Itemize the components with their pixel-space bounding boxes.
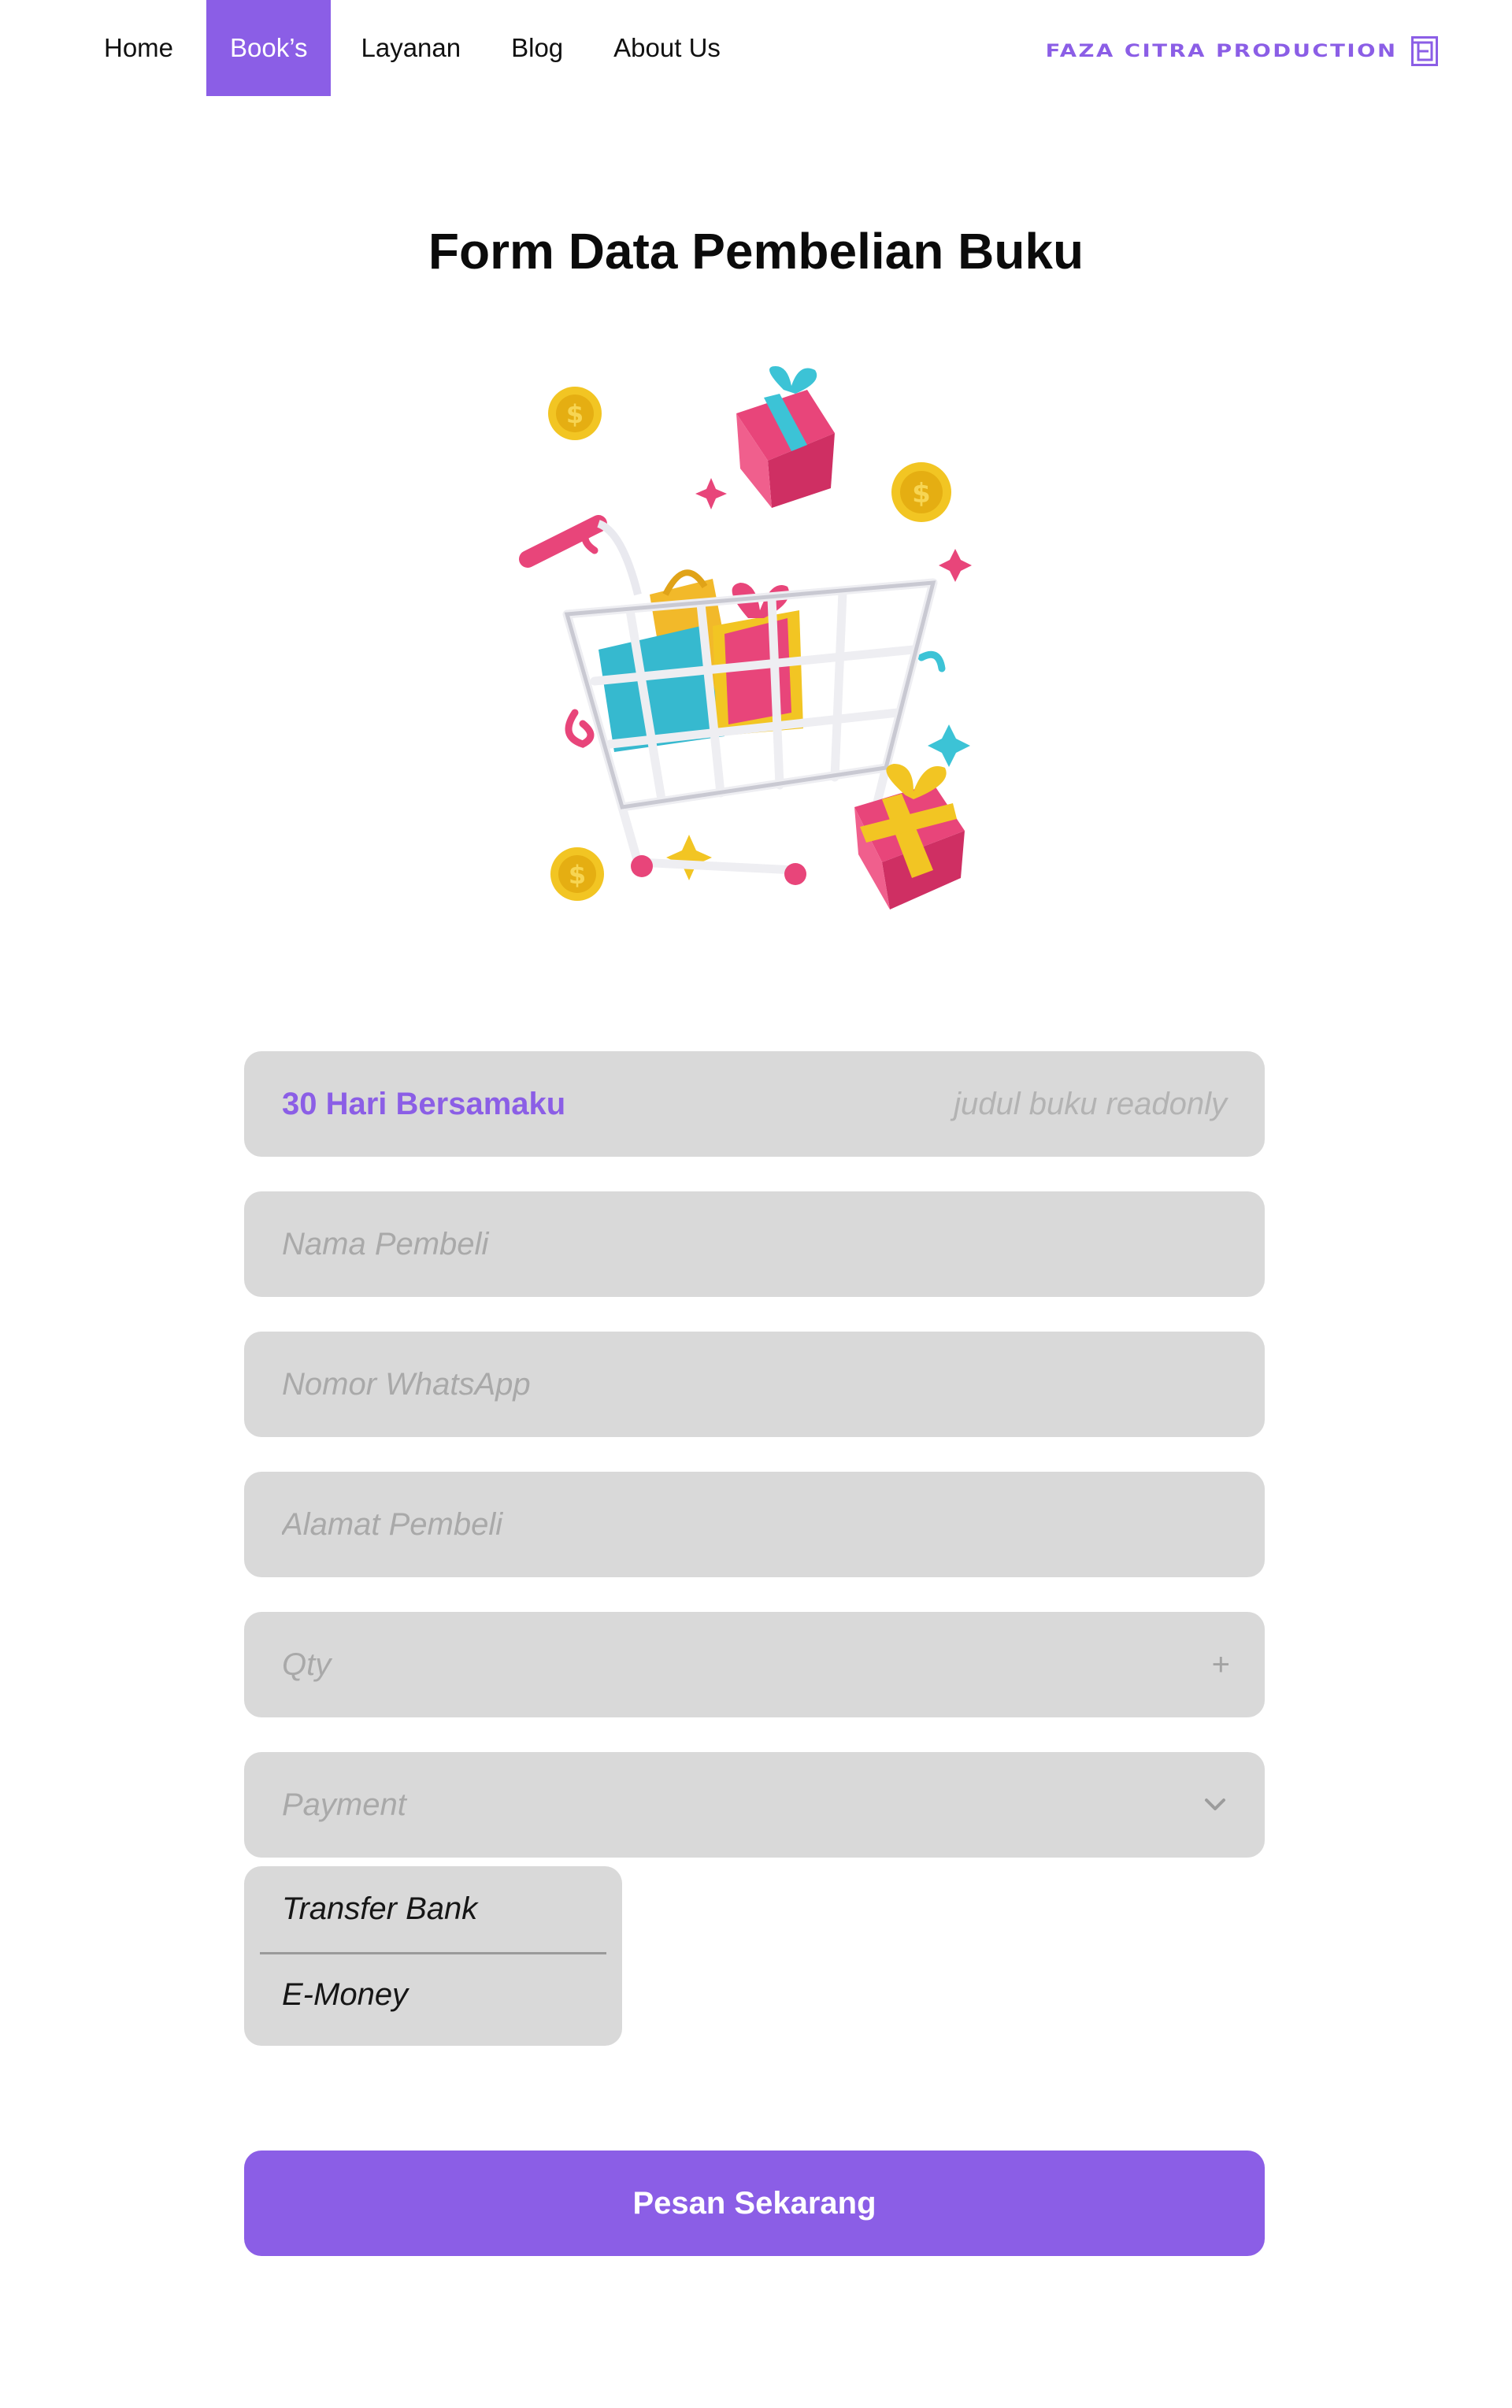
main-nav: Home Book’s Layanan Blog About Us [87, 0, 738, 96]
sparkle-icon [928, 724, 970, 767]
nav-books[interactable]: Book’s [206, 0, 332, 96]
page-title: Form Data Pembelian Buku [428, 223, 1084, 280]
buyer-name-input[interactable] [282, 1191, 1227, 1297]
payment-options-dropdown: Transfer Bank E-Money [244, 1866, 622, 2046]
payment-placeholder: Payment [282, 1787, 406, 1822]
svg-text:$: $ [912, 478, 931, 509]
chevron-down-icon[interactable] [1203, 1797, 1227, 1813]
coin-icon: $ [550, 847, 604, 901]
book-title-readonly-hint: judul buku readonly [954, 1086, 1227, 1121]
payment-option-transfer-bank[interactable]: Transfer Bank [260, 1866, 606, 1954]
gift-icon [736, 366, 835, 508]
shopping-cart-gifts-icon: $ $ $ [519, 366, 972, 909]
nav-layanan[interactable]: Layanan [343, 0, 478, 96]
book-title-field: 30 Hari Bersamaku judul buku readonly [244, 1051, 1265, 1157]
book-title-value: 30 Hari Bersamaku [282, 1086, 566, 1121]
qty-field-wrapper: + [244, 1612, 1265, 1717]
whatsapp-number-input[interactable] [282, 1332, 1227, 1437]
brand[interactable]: FAZA CITRA PRODUCTION [1045, 36, 1438, 66]
payment-option-e-money[interactable]: E-Money [260, 1954, 606, 2041]
nav-home[interactable]: Home [87, 0, 191, 96]
brand-name: FAZA CITRA PRODUCTION [1045, 41, 1397, 61]
plus-icon[interactable]: + [1212, 1649, 1230, 1680]
buyer-address-input[interactable] [282, 1472, 1227, 1577]
navbar: Home Book’s Layanan Blog About Us FAZA C… [0, 0, 1512, 96]
qty-input[interactable] [282, 1612, 1212, 1717]
address-field-wrapper [244, 1472, 1265, 1577]
coin-icon: $ [891, 462, 951, 522]
order-now-button[interactable]: Pesan Sekarang [244, 2151, 1265, 2256]
buyer-name-field-wrapper [244, 1191, 1265, 1297]
gift-icon [854, 764, 965, 909]
nav-blog[interactable]: Blog [494, 0, 580, 96]
coin-icon: $ [548, 387, 602, 440]
svg-text:$: $ [566, 399, 584, 429]
sparkle-icon [939, 549, 972, 582]
whatsapp-field-wrapper [244, 1332, 1265, 1437]
sparkle-icon [666, 835, 712, 880]
nav-about-us[interactable]: About Us [596, 0, 738, 96]
fcp-logo-icon [1411, 36, 1438, 66]
svg-text:$: $ [569, 860, 586, 890]
sparkle-icon [695, 478, 727, 509]
payment-select[interactable]: Payment [244, 1752, 1265, 1858]
